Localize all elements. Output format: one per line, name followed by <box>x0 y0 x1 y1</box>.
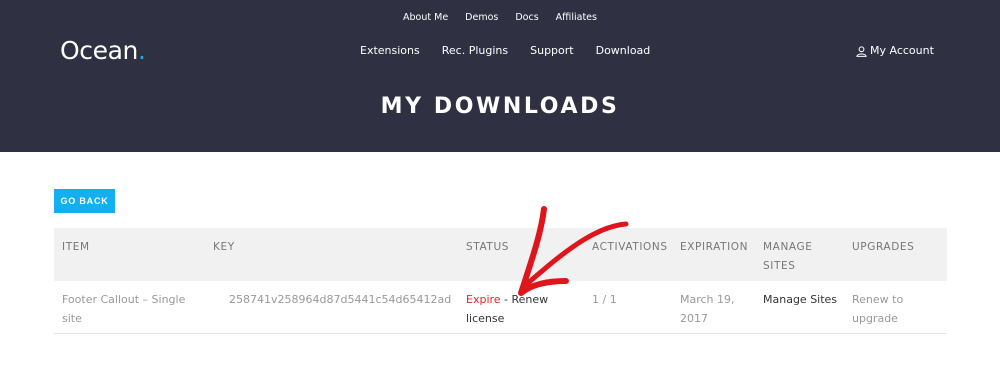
top-nav-affiliates[interactable]: Affiliates <box>547 11 605 25</box>
manage-sites-link[interactable]: Manage Sites <box>763 290 837 309</box>
nav-support[interactable]: Support <box>519 44 584 58</box>
renew-license-link-line1[interactable]: Renew <box>512 293 549 306</box>
header-manage-line2: SITES <box>763 260 796 272</box>
logo-dot: . <box>137 36 146 65</box>
go-back-button[interactable]: GO BACK <box>54 189 115 213</box>
page-title: MY DOWNLOADS <box>380 94 620 119</box>
renew-license-link-line2[interactable]: license <box>466 312 504 325</box>
logo-text: Ocean <box>60 36 138 65</box>
cell-expiration: March 19, 2017 <box>680 290 735 328</box>
cell-upgrade[interactable]: Renew to upgrade <box>852 290 903 328</box>
nav-download[interactable]: Download <box>585 44 662 58</box>
header-key: KEY <box>213 241 235 253</box>
cell-license-key: 258741v258964d87d5441c54d65412ad <box>229 293 452 306</box>
top-nav-demos[interactable]: Demos <box>457 11 507 25</box>
my-account-label: My Account <box>870 44 934 57</box>
cell-item-line2: site <box>62 312 82 325</box>
cell-status: Expire - Renew license <box>466 290 548 328</box>
header-expiration: EXPIRATION <box>680 241 749 253</box>
cell-item: Footer Callout – Single site <box>62 290 185 328</box>
downloads-table: ITEM KEY STATUS ACTIVATIONS EXPIRATION M… <box>54 228 947 334</box>
top-nav-about-me[interactable]: About Me <box>395 11 457 25</box>
nav-extensions[interactable]: Extensions <box>349 44 431 58</box>
cell-upgrade-line1: Renew to <box>852 293 904 306</box>
main-nav: Extensions Rec. Plugins Support Download <box>349 44 661 58</box>
top-nav: About Me Demos Docs Affiliates <box>0 11 1000 25</box>
status-expire-label: Expire <box>466 293 501 306</box>
my-account-link[interactable]: My Account <box>856 44 934 58</box>
header-manage-line1: MANAGE <box>763 241 813 253</box>
header-activations: ACTIVATIONS <box>592 241 668 253</box>
nav-rec-plugins[interactable]: Rec. Plugins <box>431 44 519 58</box>
header-upgrades: UPGRADES <box>852 241 915 253</box>
cell-expiration-line1: March 19, <box>680 293 735 306</box>
top-nav-docs[interactable]: Docs <box>507 11 547 25</box>
header-status: STATUS <box>466 241 509 253</box>
site-logo[interactable]: Ocean. <box>60 36 146 65</box>
cell-item-line1: Footer Callout – Single <box>62 293 186 306</box>
table-row: Footer Callout – Single site 258741v2589… <box>54 281 947 334</box>
cell-upgrade-line2: upgrade <box>852 312 898 325</box>
cell-expiration-line2: 2017 <box>680 312 708 325</box>
user-icon <box>856 45 867 57</box>
table-header: ITEM KEY STATUS ACTIVATIONS EXPIRATION M… <box>54 228 947 281</box>
header-manage-sites: MANAGE SITES <box>763 238 812 276</box>
site-header: About Me Demos Docs Affiliates Ocean. Ex… <box>0 0 1000 152</box>
status-separator: - <box>500 293 512 306</box>
header-item: ITEM <box>62 241 90 253</box>
cell-activations: 1 / 1 <box>592 293 617 306</box>
